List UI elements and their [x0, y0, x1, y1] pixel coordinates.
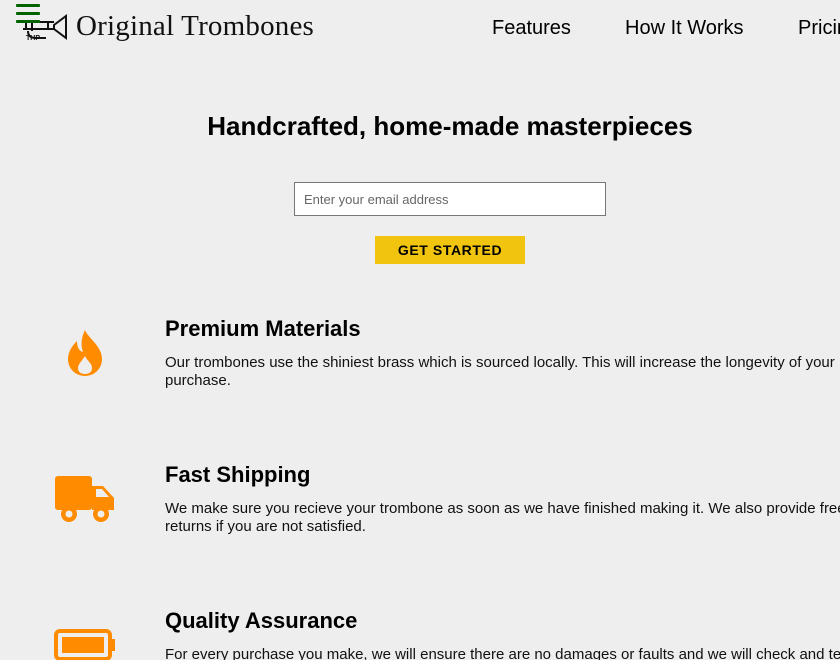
svg-text:THP: THP [26, 35, 40, 42]
fire-icon [68, 330, 102, 376]
hamburger-menu-icon[interactable] [16, 4, 40, 24]
feature-title: Premium Materials [165, 316, 361, 341]
feature-description: Our trombones use the shiniest brass whi… [165, 354, 835, 389]
feature-description: For every purchase you make, we will ens… [165, 646, 840, 660]
feature-title: Fast Shipping [165, 462, 311, 487]
landing-page: THP Original Trombones Features How It W… [0, 0, 840, 660]
nav-link-features[interactable]: Features [492, 16, 571, 40]
feature-title: Quality Assurance [165, 608, 358, 633]
feature-description: We make sure you recieve your trombone a… [165, 500, 840, 535]
nav-link-how-it-works[interactable]: How It Works [625, 16, 744, 40]
site-header: THP Original Trombones Features How It W… [0, 0, 840, 56]
truck-icon [55, 476, 114, 522]
brand-name: Original Trombones [76, 10, 315, 42]
battery-icon [54, 629, 115, 660]
nav-link-pricing[interactable]: Pricing [798, 16, 840, 40]
get-started-button[interactable]: GET STARTED [375, 236, 525, 264]
email-input[interactable] [294, 182, 606, 216]
brand-logo[interactable]: THP Original Trombones [20, 10, 314, 42]
hero-title: Handcrafted, home-made masterpieces [207, 111, 693, 141]
